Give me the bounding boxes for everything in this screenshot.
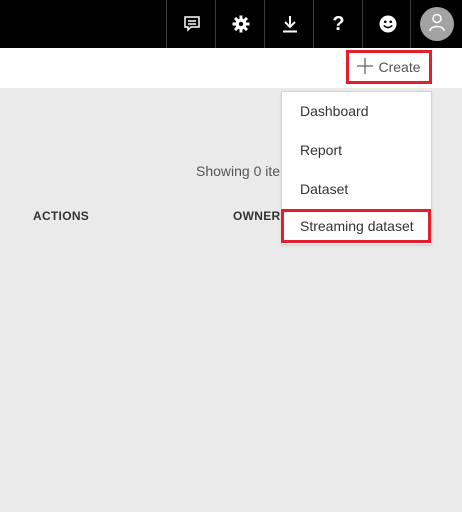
account-button[interactable] <box>410 0 462 48</box>
help-icon: ? <box>332 12 345 35</box>
help-button[interactable]: ? <box>313 0 363 48</box>
menu-item-dashboard[interactable]: Dashboard <box>282 94 431 128</box>
feedback-button[interactable] <box>166 0 216 48</box>
menu-item-streaming-dataset[interactable]: Streaming dataset <box>281 209 431 243</box>
feedback-icon <box>183 15 201 33</box>
top-bar: ? <box>0 0 462 48</box>
plus-icon <box>357 57 374 77</box>
download-icon <box>282 15 298 33</box>
user-icon <box>427 12 447 37</box>
column-header-actions: ACTIONS <box>33 209 90 223</box>
download-button[interactable] <box>264 0 314 48</box>
create-label: Create <box>378 59 421 75</box>
create-button[interactable]: Create <box>346 50 432 84</box>
avatar <box>419 7 454 41</box>
column-header-owner: OWNER <box>233 209 281 223</box>
gear-icon <box>232 15 250 33</box>
smiley-button[interactable] <box>362 0 412 48</box>
menu-item-dataset[interactable]: Dataset <box>282 172 431 206</box>
smiley-icon <box>379 15 397 33</box>
item-count-text: Showing 0 ite <box>196 163 281 179</box>
create-dropdown-menu: Dashboard Report Dataset Streaming datas… <box>281 91 432 245</box>
settings-button[interactable] <box>215 0 265 48</box>
menu-item-report[interactable]: Report <box>282 133 431 167</box>
